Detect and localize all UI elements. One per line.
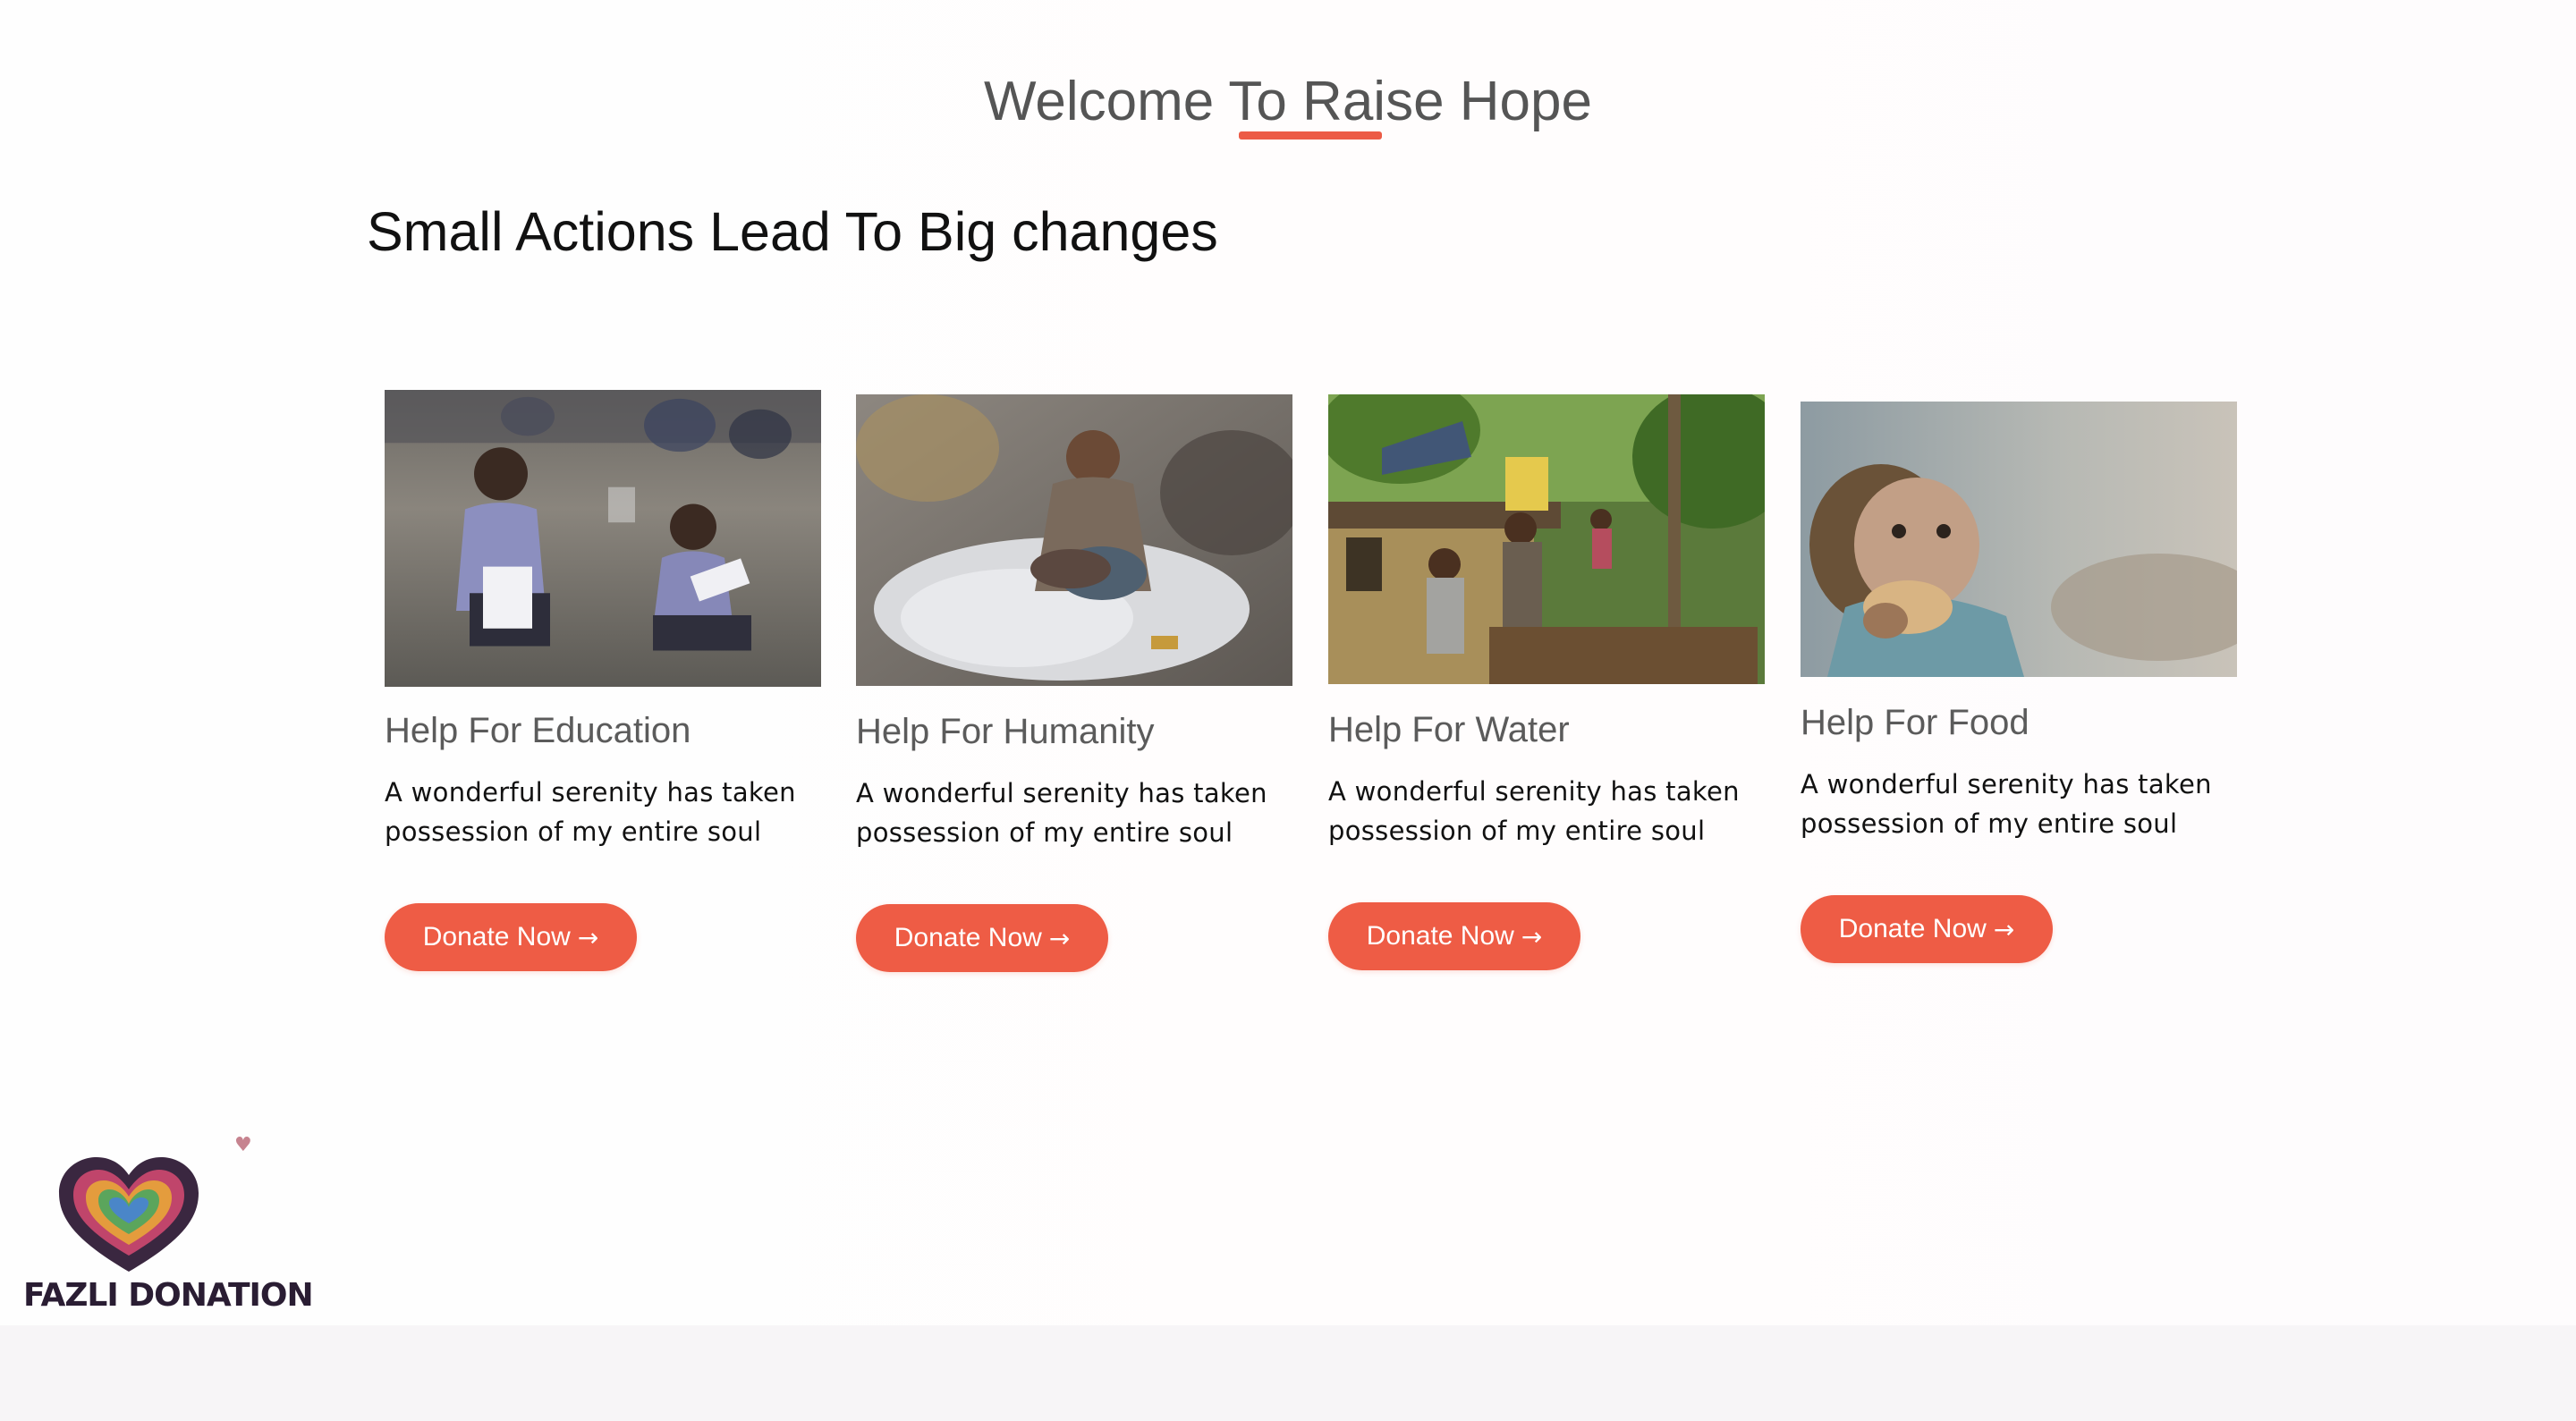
donate-now-button[interactable]: Donate Now → (856, 904, 1108, 972)
card-description: A wonderful serenity has taken possessio… (1328, 776, 1740, 846)
donate-now-button[interactable]: Donate Now → (1801, 895, 2053, 963)
arrow-right-icon: → (1048, 923, 1071, 953)
logo-text: FAZLI DONATION (23, 1277, 314, 1314)
donate-now-button[interactable]: Donate Now → (1328, 902, 1580, 970)
arrow-right-icon: → (1521, 921, 1543, 952)
education-photo (385, 390, 821, 687)
card-title: Help For Education (385, 711, 691, 750)
children-studying-photo-image (385, 390, 821, 687)
card-title: Help For Water (1328, 710, 1570, 749)
card-description: A wonderful serenity has taken possessio… (385, 777, 796, 847)
food-photo (1801, 402, 2237, 677)
cause-card-water: Help For Water A wonderful serenity has … (1328, 394, 1765, 970)
bottom-band (0, 1325, 2576, 1421)
cause-card-food: Help For Food A wonderful serenity has t… (1801, 402, 2237, 963)
card-title: Help For Humanity (856, 712, 1155, 751)
water-photo (1328, 394, 1765, 684)
card-description: A wonderful serenity has taken possessio… (1801, 769, 2212, 839)
donate-button-label: Donate Now (1366, 921, 1514, 951)
child-eating-bread-photo-image (1801, 402, 2237, 677)
donate-button-label: Donate Now (894, 923, 1042, 952)
children-on-sacks-photo-image (856, 394, 1292, 686)
small-heart-icon: ♥ (234, 1134, 252, 1156)
cause-card-humanity: Help For Humanity A wonderful serenity h… (856, 394, 1292, 972)
card-title: Help For Food (1801, 703, 2029, 742)
fazli-donation-logo[interactable]: ♥ FAZLI DONATION (21, 1134, 314, 1322)
cause-card-education: Help For Education A wonderful serenity … (385, 390, 821, 971)
arrow-right-icon: → (577, 922, 599, 952)
donate-button-label: Donate Now (422, 922, 571, 952)
arrow-right-icon: → (1993, 914, 2015, 944)
humanity-photo (856, 394, 1292, 686)
donate-now-button[interactable]: Donate Now → (385, 903, 637, 971)
card-description: A wonderful serenity has taken possessio… (856, 778, 1267, 848)
heart-logo-icon (59, 1157, 199, 1272)
children-carrying-water-photo-image (1328, 394, 1765, 684)
section-title: Welcome To Raise Hope (983, 71, 1593, 132)
donate-button-label: Donate Now (1838, 914, 1987, 943)
title-underline (1239, 131, 1382, 140)
section-subtitle: Small Actions Lead To Big changes (367, 201, 1218, 262)
